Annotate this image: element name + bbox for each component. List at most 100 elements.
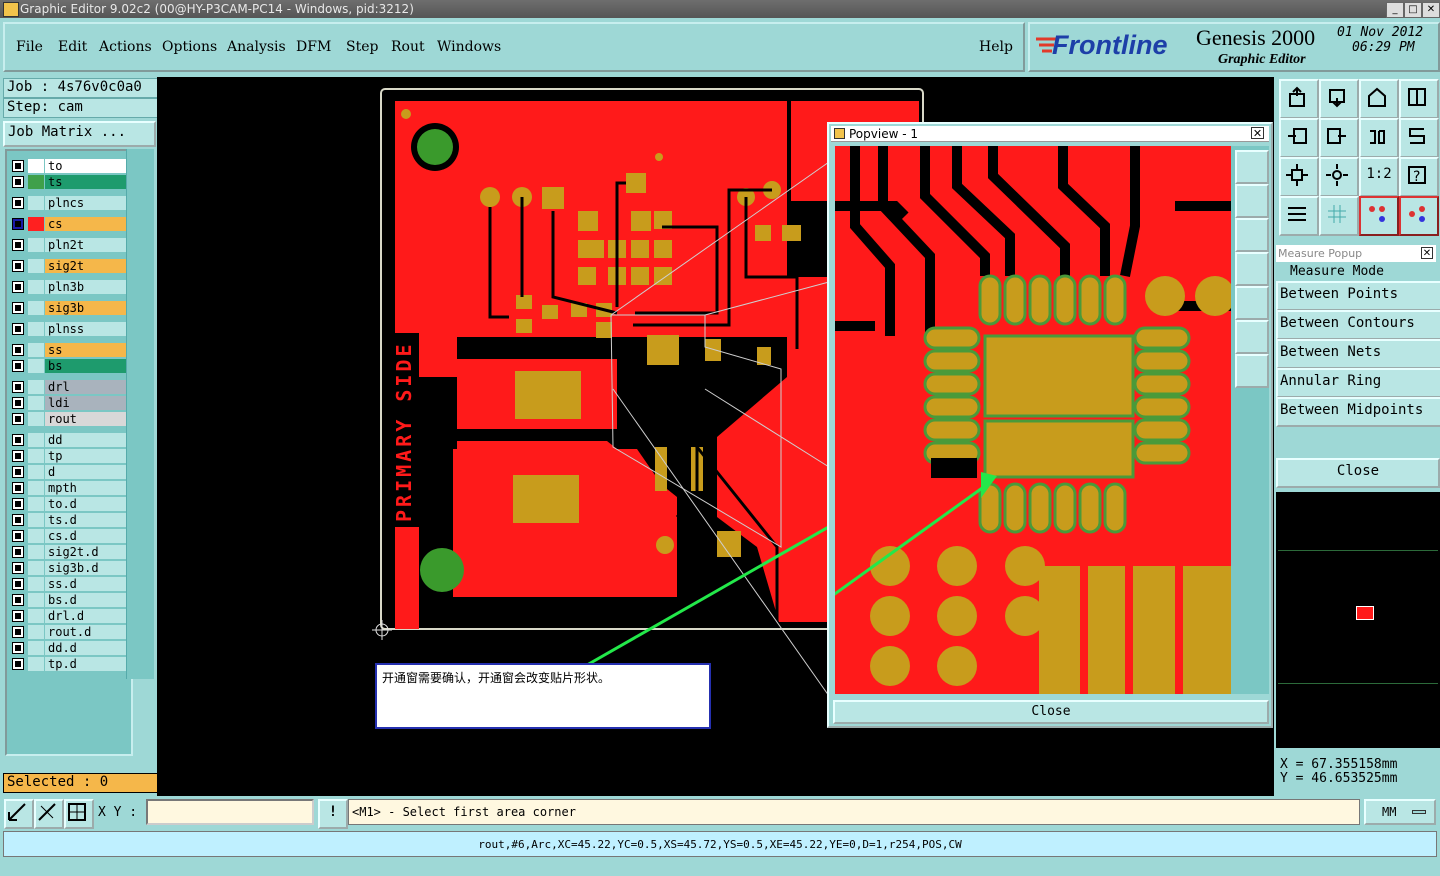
popview-fit-button[interactable] [1235, 320, 1269, 354]
menu-options[interactable]: Options [162, 39, 217, 55]
layer-color-swatch[interactable] [28, 625, 44, 639]
layer-checkbox[interactable] [12, 381, 24, 393]
layer-row-dd[interactable]: dd [9, 433, 129, 447]
layer-color-swatch[interactable] [28, 359, 44, 373]
mirror-icon[interactable] [1399, 118, 1439, 158]
layer-checkbox[interactable] [12, 642, 24, 654]
zoom-home-button[interactable] [1279, 79, 1319, 119]
popview-left-button[interactable] [1235, 252, 1269, 286]
popview-up-button[interactable] [1235, 184, 1269, 218]
popview-down-button[interactable] [1235, 218, 1269, 252]
layer-row-tp-d[interactable]: tp.d [9, 657, 129, 671]
layer-row-tp[interactable]: tp [9, 449, 129, 463]
zoom-center-icon[interactable] [1319, 157, 1359, 197]
alert-icon[interactable]: ! [318, 799, 348, 829]
layer-name[interactable]: tp [45, 449, 129, 463]
layer-checkbox[interactable] [12, 323, 24, 335]
layer-row-mpth[interactable]: mpth [9, 481, 129, 495]
measure-annular-ring[interactable]: Annular Ring [1276, 368, 1440, 398]
layer-color-swatch[interactable] [28, 217, 44, 231]
netlist-icon[interactable] [1359, 196, 1399, 236]
layer-checkbox[interactable] [12, 197, 24, 209]
layer-name[interactable]: d [45, 465, 129, 479]
layer-name[interactable]: to [45, 159, 129, 173]
layer-name[interactable]: plncs [45, 196, 129, 210]
tools-icon[interactable] [1279, 196, 1319, 236]
layer-checkbox[interactable] [12, 397, 24, 409]
layer-name[interactable]: cs [45, 217, 129, 231]
layer-name[interactable]: pln3b [45, 280, 129, 294]
zoom-fit-icon[interactable] [1279, 157, 1319, 197]
layer-row-plncs[interactable]: plncs [9, 196, 129, 210]
layer-row-ss[interactable]: ss [9, 343, 129, 357]
layer-name[interactable]: drl.d [45, 609, 129, 623]
layer-name[interactable]: bs.d [45, 593, 129, 607]
layer-color-swatch[interactable] [28, 196, 44, 210]
layer-row-ldi[interactable]: ldi [9, 396, 129, 410]
layer-row-sig2t[interactable]: sig2t [9, 259, 129, 273]
layer-checkbox[interactable] [12, 344, 24, 356]
layer-row-pln2t[interactable]: pln2t [9, 238, 129, 252]
layer-name[interactable]: mpth [45, 481, 129, 495]
layer-color-swatch[interactable] [28, 380, 44, 394]
layer-row-ts[interactable]: ts [9, 175, 129, 189]
layer-checkbox[interactable] [12, 281, 24, 293]
layer-checkbox[interactable] [12, 176, 24, 188]
layer-name[interactable]: dd [45, 433, 129, 447]
menu-edit[interactable]: Edit [58, 39, 87, 55]
home-view-icon[interactable] [1359, 79, 1399, 119]
layer-row-pln3b[interactable]: pln3b [9, 280, 129, 294]
layer-name[interactable]: rout [45, 412, 129, 426]
layer-color-swatch[interactable] [28, 609, 44, 623]
layer-color-swatch[interactable] [28, 238, 44, 252]
layer-color-swatch[interactable] [28, 577, 44, 591]
layer-name[interactable]: sig2t.d [45, 545, 129, 559]
layer-name[interactable]: rout.d [45, 625, 129, 639]
layer-name[interactable]: sig3b.d [45, 561, 129, 575]
layer-checkbox[interactable] [12, 239, 24, 251]
layer-checkbox[interactable] [12, 498, 24, 510]
layer-color-swatch[interactable] [28, 433, 44, 447]
layer-color-swatch[interactable] [28, 301, 44, 315]
layer-scrollbar[interactable] [126, 149, 154, 679]
layer-checkbox[interactable] [12, 562, 24, 574]
layer-name[interactable]: dd.d [45, 641, 129, 655]
layer-color-swatch[interactable] [28, 396, 44, 410]
layer-row-drl[interactable]: drl [9, 380, 129, 394]
layer-row-plnss[interactable]: plnss [9, 322, 129, 336]
layer-name[interactable]: cs.d [45, 529, 129, 543]
overview-map[interactable] [1276, 492, 1440, 748]
xy-input[interactable] [146, 799, 314, 825]
layer-row-ss-d[interactable]: ss.d [9, 577, 129, 591]
layer-checkbox[interactable] [12, 218, 24, 230]
zoom-in-button[interactable] [1319, 79, 1359, 119]
layer-color-swatch[interactable] [28, 657, 44, 671]
layer-color-swatch[interactable] [28, 449, 44, 463]
layer-color-swatch[interactable] [28, 529, 44, 543]
layer-name[interactable]: to.d [45, 497, 129, 511]
layer-name[interactable]: ts [45, 175, 129, 189]
popview-close-button[interactable]: Close [833, 700, 1269, 724]
layer-row-ts-d[interactable]: ts.d [9, 513, 129, 527]
pan-right-button[interactable] [1319, 118, 1359, 158]
layer-checkbox[interactable] [12, 466, 24, 478]
layer-checkbox[interactable] [12, 413, 24, 425]
layer-name[interactable]: sig2t [45, 259, 129, 273]
minimize-button[interactable]: _ [1386, 2, 1404, 18]
layer-color-swatch[interactable] [28, 343, 44, 357]
layer-color-swatch[interactable] [28, 593, 44, 607]
layer-color-swatch[interactable] [28, 465, 44, 479]
layer-color-swatch[interactable] [28, 159, 44, 173]
measure-tool-icon[interactable] [34, 799, 64, 829]
layer-checkbox[interactable] [12, 546, 24, 558]
layer-row-rout-d[interactable]: rout.d [9, 625, 129, 639]
layer-color-swatch[interactable] [28, 545, 44, 559]
graphic-canvas[interactable]: PRIMARY SIDE 开通窗需要确认，开通窗会改变贴片形状。 Popview… [157, 77, 1274, 796]
layer-checkbox[interactable] [12, 434, 24, 446]
popview-center-button[interactable] [1235, 354, 1269, 388]
layer-checkbox[interactable] [12, 530, 24, 542]
layer-checkbox[interactable] [12, 450, 24, 462]
rotate-icon[interactable] [1359, 118, 1399, 158]
layer-color-swatch[interactable] [28, 259, 44, 273]
measure-between-points[interactable]: Between Points [1276, 281, 1440, 311]
